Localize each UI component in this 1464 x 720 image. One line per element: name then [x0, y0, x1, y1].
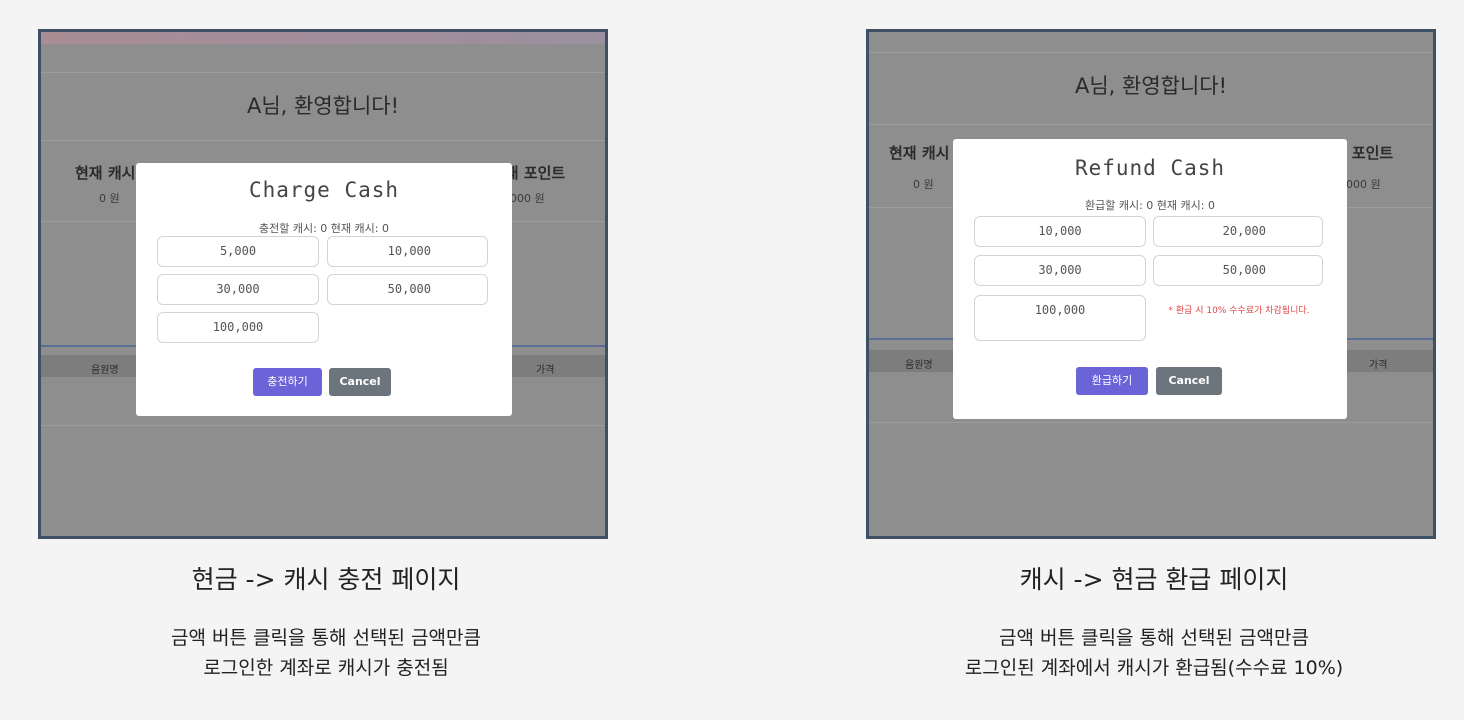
refund-screenshot-panel: A님, 환영합니다! 현재 캐시 0 원 현재 포인트 1000 원 음원명 가…	[866, 29, 1436, 539]
modal-subtitle: 충전할 캐시: 0 현재 캐시: 0	[259, 222, 389, 235]
amount-button-30000[interactable]: 30,000	[974, 255, 1146, 286]
charge-caption: 현금 -> 캐시 충전 페이지	[191, 565, 461, 594]
amount-button-30000[interactable]: 30,000	[157, 274, 319, 305]
cash-label: 현재 캐시	[75, 164, 136, 182]
amount-button-20000[interactable]: 20,000	[1153, 216, 1323, 247]
cancel-button[interactable]: Cancel	[1156, 367, 1222, 395]
divider	[41, 72, 605, 73]
cancel-button[interactable]: Cancel	[329, 368, 391, 396]
divider	[869, 422, 1433, 423]
charge-submit-button[interactable]: 충전하기	[253, 368, 322, 396]
divider	[869, 124, 1433, 125]
amount-button-50000[interactable]: 50,000	[1153, 255, 1323, 286]
column-header-price: 가격	[536, 365, 555, 376]
charge-cash-modal: Charge Cash 충전할 캐시: 0 현재 캐시: 0 5,000 10,…	[136, 163, 512, 416]
charge-description-line2: 로그인한 계좌로 캐시가 충전됨	[203, 657, 449, 679]
amount-button-5000[interactable]: 5,000	[157, 236, 319, 267]
charge-screenshot-panel: A님, 환영합니다! 현재 캐시 0 원 현재 포인트 1000 원 음원명 가…	[38, 29, 608, 539]
column-header-title: 음원명	[905, 360, 933, 371]
welcome-heading: A님, 환영합니다!	[1074, 74, 1228, 98]
charge-description-line1: 금액 버튼 클릭을 통해 선택된 금액만큼	[171, 627, 481, 649]
modal-subtitle: 환급할 캐시: 0 현재 캐시: 0	[1085, 199, 1215, 212]
cash-value: 0 원	[913, 178, 934, 191]
refund-cash-modal: Refund Cash 환급할 캐시: 0 현재 캐시: 0 10,000 20…	[953, 139, 1347, 419]
amount-button-100000[interactable]: 100,000	[157, 312, 319, 343]
refund-fee-warning: * 환급 시 10% 수수료가 차감됩니다.	[1168, 306, 1310, 316]
welcome-heading: A님, 환영합니다!	[246, 94, 400, 118]
top-accent-bar	[41, 32, 605, 44]
amount-button-10000[interactable]: 10,000	[327, 236, 488, 267]
refund-submit-button[interactable]: 환급하기	[1076, 367, 1148, 395]
amount-button-50000[interactable]: 50,000	[327, 274, 488, 305]
column-header-title: 음원명	[91, 365, 119, 376]
refund-description-line2: 로그인된 계좌에서 캐시가 환급됨(수수료 10%)	[964, 657, 1344, 679]
divider	[41, 425, 605, 426]
refund-caption: 캐시 -> 현금 환급 페이지	[1019, 565, 1289, 594]
divider	[869, 52, 1433, 53]
modal-title: Charge Cash	[248, 178, 400, 202]
amount-button-10000[interactable]: 10,000	[974, 216, 1146, 247]
cash-label: 현재 캐시	[889, 144, 950, 162]
amount-button-100000[interactable]: 100,000	[974, 295, 1146, 341]
divider	[41, 140, 605, 141]
modal-title: Refund Cash	[1074, 156, 1226, 180]
cash-value: 0 원	[99, 192, 120, 205]
refund-description-line1: 금액 버튼 클릭을 통해 선택된 금액만큼	[999, 627, 1309, 649]
column-header-price: 가격	[1369, 360, 1388, 371]
